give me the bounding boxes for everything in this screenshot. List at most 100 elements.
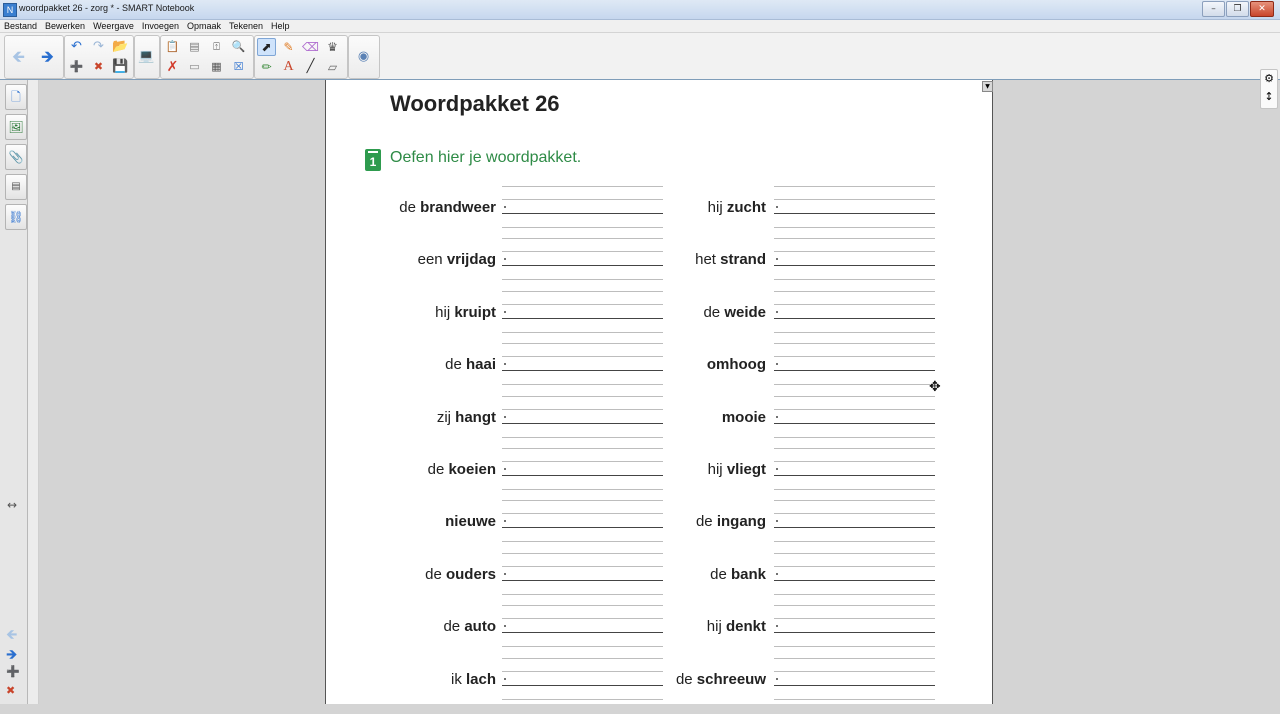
- writing-lines[interactable]: [502, 290, 663, 347]
- writing-lines[interactable]: [774, 395, 935, 452]
- move-cursor-icon: ✥: [929, 379, 941, 395]
- move-toolbar-icon[interactable]: ↕: [1261, 88, 1277, 106]
- writing-line: [774, 422, 935, 424]
- delete-icon[interactable]: ✗: [163, 58, 182, 76]
- writing-line: [502, 541, 663, 543]
- word-text: nieuwe: [445, 513, 496, 531]
- screen-display-icon[interactable]: 💻: [137, 48, 156, 66]
- start-dot: [504, 677, 506, 680]
- close-button[interactable]: ✕: [1250, 1, 1274, 17]
- paste-icon[interactable]: 📋: [163, 38, 182, 56]
- word-label: mooie: [722, 409, 766, 426]
- start-dot: [504, 625, 506, 628]
- addons-icon[interactable]: ⛓: [5, 204, 27, 230]
- menu-help[interactable]: Help: [267, 20, 294, 32]
- writing-line: [502, 422, 663, 424]
- writing-lines[interactable]: [774, 290, 935, 347]
- add-page-icon[interactable]: ➕: [67, 58, 86, 76]
- writing-line: [774, 343, 935, 345]
- writing-line: [774, 461, 935, 462]
- delete-page-icon[interactable]: ✖: [6, 684, 15, 697]
- word-text: zucht: [726, 199, 766, 216]
- writing-line: [502, 527, 663, 529]
- worksheet-title: Woordpakket 26: [390, 91, 560, 116]
- writing-lines[interactable]: [502, 238, 663, 294]
- fullscreen-icon[interactable]: ☒: [229, 58, 248, 76]
- resize-sidebar-icon[interactable]: ↔: [7, 498, 17, 512]
- writing-lines[interactable]: [774, 186, 935, 242]
- word-label: de haai: [445, 356, 496, 373]
- writing-lines[interactable]: [774, 605, 935, 661]
- word-text: mooie: [721, 408, 766, 426]
- attachments-icon[interactable]: 📎: [5, 144, 27, 170]
- notebook-app-icon[interactable]: N: [3, 3, 17, 17]
- eraser-icon[interactable]: ⌫: [301, 38, 320, 56]
- word-label: de bank: [710, 566, 766, 583]
- menu-opmaak[interactable]: Opmaak: [183, 20, 225, 32]
- gallery-icon[interactable]: 🖼: [5, 114, 27, 140]
- writing-line: [502, 670, 663, 672]
- writing-lines[interactable]: [502, 657, 663, 714]
- settings-icon[interactable]: ⚙: [1261, 70, 1277, 88]
- capture-icon[interactable]: 🔍: [229, 38, 248, 56]
- word-text: auto: [464, 618, 496, 636]
- redo-icon[interactable]: ↷: [89, 38, 108, 56]
- menu-tekenen[interactable]: Tekenen: [225, 20, 267, 32]
- screen-shade-icon[interactable]: ⍐: [207, 38, 226, 56]
- writing-lines[interactable]: [502, 395, 663, 452]
- line-icon[interactable]: ╱: [301, 58, 320, 76]
- undo-icon[interactable]: ↶: [67, 38, 86, 56]
- table-icon[interactable]: ▦: [207, 58, 226, 76]
- minimize-button[interactable]: –: [1202, 1, 1225, 17]
- writing-lines[interactable]: [774, 657, 935, 714]
- word-label: de auto: [443, 618, 496, 635]
- writing-lines[interactable]: [774, 500, 935, 556]
- page-menu-icon[interactable]: ▼: [982, 81, 993, 92]
- fill-icon[interactable]: ♛: [323, 38, 342, 56]
- word-text: strand: [720, 251, 766, 269]
- writing-lines[interactable]: [502, 448, 663, 504]
- restore-button[interactable]: ❐: [1226, 1, 1249, 17]
- magic-pen-icon[interactable]: ✏: [257, 58, 276, 76]
- start-dot: [776, 468, 778, 470]
- pen-icon[interactable]: ✎: [279, 38, 298, 56]
- menu-weergave[interactable]: Weergave: [89, 20, 138, 32]
- menu-bewerken[interactable]: Bewerken: [41, 20, 89, 32]
- add-page-icon[interactable]: ➕: [6, 665, 20, 678]
- menu-bestand[interactable]: Bestand: [0, 20, 41, 32]
- start-dot: [504, 468, 506, 470]
- writing-line: [502, 500, 663, 502]
- word-label: hij kruipt: [435, 304, 496, 321]
- save-icon[interactable]: 💾: [111, 58, 130, 76]
- properties-icon[interactable]: ▤: [5, 174, 27, 200]
- writing-lines[interactable]: [774, 238, 935, 294]
- writing-lines[interactable]: [774, 448, 935, 504]
- writing-line: [502, 356, 663, 358]
- writing-lines[interactable]: [502, 605, 663, 661]
- writing-lines[interactable]: [774, 343, 935, 399]
- shade-icon[interactable]: ▭: [185, 58, 204, 76]
- properties-icon[interactable]: ◉: [354, 48, 373, 66]
- delete-page-icon[interactable]: ✖: [89, 58, 108, 76]
- back-arrow-icon[interactable]: 🡸: [9, 48, 28, 66]
- writing-lines[interactable]: [774, 552, 935, 609]
- text-icon[interactable]: A: [279, 58, 298, 76]
- forward-arrow-icon[interactable]: 🡺: [38, 48, 57, 66]
- writing-lines[interactable]: [502, 186, 663, 242]
- writing-lines[interactable]: [502, 343, 663, 399]
- writing-line: [502, 395, 663, 397]
- start-dot: [504, 310, 506, 313]
- start-dot: [776, 310, 778, 313]
- shape-eraser-icon[interactable]: ▱: [323, 58, 342, 76]
- page-sorter-icon[interactable]: 🗋: [5, 84, 27, 110]
- menu-invoegen[interactable]: Invoegen: [138, 20, 183, 32]
- writing-lines[interactable]: [502, 500, 663, 556]
- open-folder-icon[interactable]: 📂: [111, 38, 130, 56]
- select-pointer-icon[interactable]: ⬈: [257, 38, 276, 56]
- page-icon[interactable]: ▤: [185, 38, 204, 56]
- sidebar-scrollbar[interactable]: [28, 80, 39, 704]
- writing-lines[interactable]: [502, 552, 663, 609]
- side-tabs: 🗋 🖼 📎 ▤ ⛓ ↔ 🡸 🡺 ➕ ✖: [0, 80, 28, 704]
- writing-line: [502, 303, 663, 305]
- word-text: kruipt: [454, 303, 496, 321]
